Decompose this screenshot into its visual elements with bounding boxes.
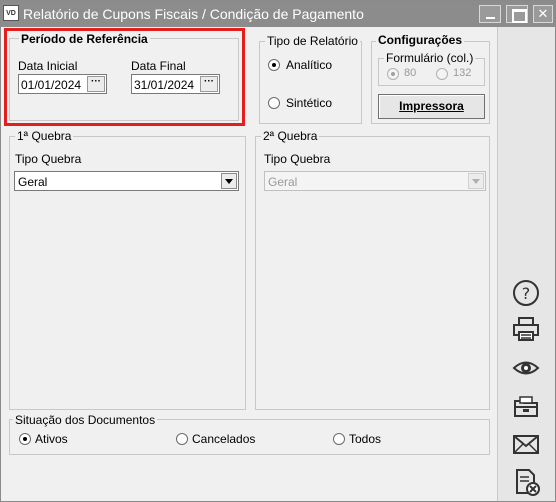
radio-80-label[interactable]: 80 xyxy=(404,67,416,79)
app-icon: VD xyxy=(3,5,19,21)
quebra1-title: 1ª Quebra xyxy=(15,129,74,143)
tipo-relatorio-group xyxy=(259,41,362,124)
help-icon[interactable]: ? xyxy=(511,278,541,308)
svg-text:?: ? xyxy=(522,284,531,303)
quebra1-tipo-label: Tipo Quebra xyxy=(15,152,82,166)
radio-132-label[interactable]: 132 xyxy=(453,67,471,79)
maximize-button[interactable] xyxy=(506,5,528,23)
radio-analitico-label[interactable]: Analítico xyxy=(286,58,332,72)
printer-icon[interactable] xyxy=(511,314,541,344)
open-folder-icon[interactable] xyxy=(511,392,541,422)
situacao-title: Situação dos Documentos xyxy=(13,413,158,427)
quebra1-tipo-select[interactable]: Geral xyxy=(14,171,239,191)
chevron-down-icon[interactable] xyxy=(221,173,237,189)
chevron-down-icon[interactable] xyxy=(468,173,484,189)
preview-eye-icon[interactable] xyxy=(511,353,541,383)
radio-sintetico-label[interactable]: Sintético xyxy=(286,96,332,110)
minimize-button[interactable] xyxy=(479,5,501,23)
window-title: Relatório de Cupons Fiscais / Condição d… xyxy=(23,6,364,22)
quebra2-tipo-select[interactable]: Geral xyxy=(264,171,486,191)
periodo-highlight-box xyxy=(4,28,245,126)
report-window: VD Relatório de Cupons Fiscais / Condiçã… xyxy=(0,0,556,502)
impressora-button[interactable]: Impressora xyxy=(378,94,485,119)
quebra2-tipo-label: Tipo Quebra xyxy=(264,152,331,166)
title-bar[interactable]: VD Relatório de Cupons Fiscais / Condiçã… xyxy=(1,1,555,27)
radio-todos[interactable] xyxy=(333,433,345,445)
export-file-icon[interactable] xyxy=(511,467,541,497)
formulario-label: Formulário (col.) xyxy=(384,51,476,65)
radio-132-col[interactable] xyxy=(436,68,448,80)
close-button[interactable]: ✕ xyxy=(533,5,553,23)
radio-sintetico[interactable] xyxy=(268,97,280,109)
radio-analitico[interactable] xyxy=(268,59,280,71)
radio-todos-label[interactable]: Todos xyxy=(349,432,381,446)
tipo-relatorio-title: Tipo de Relatório xyxy=(265,34,360,48)
radio-ativos-label[interactable]: Ativos xyxy=(35,432,68,446)
quebra1-tipo-value: Geral xyxy=(18,175,48,189)
email-icon[interactable] xyxy=(511,429,541,459)
quebra2-tipo-value: Geral xyxy=(268,175,298,189)
radio-ativos[interactable] xyxy=(19,433,31,445)
radio-cancelados[interactable] xyxy=(176,433,188,445)
radio-cancelados-label[interactable]: Cancelados xyxy=(192,432,255,446)
quebra2-title: 2ª Quebra xyxy=(261,129,320,143)
radio-80-col[interactable] xyxy=(387,68,399,80)
configuracoes-title: Configurações xyxy=(376,33,465,47)
